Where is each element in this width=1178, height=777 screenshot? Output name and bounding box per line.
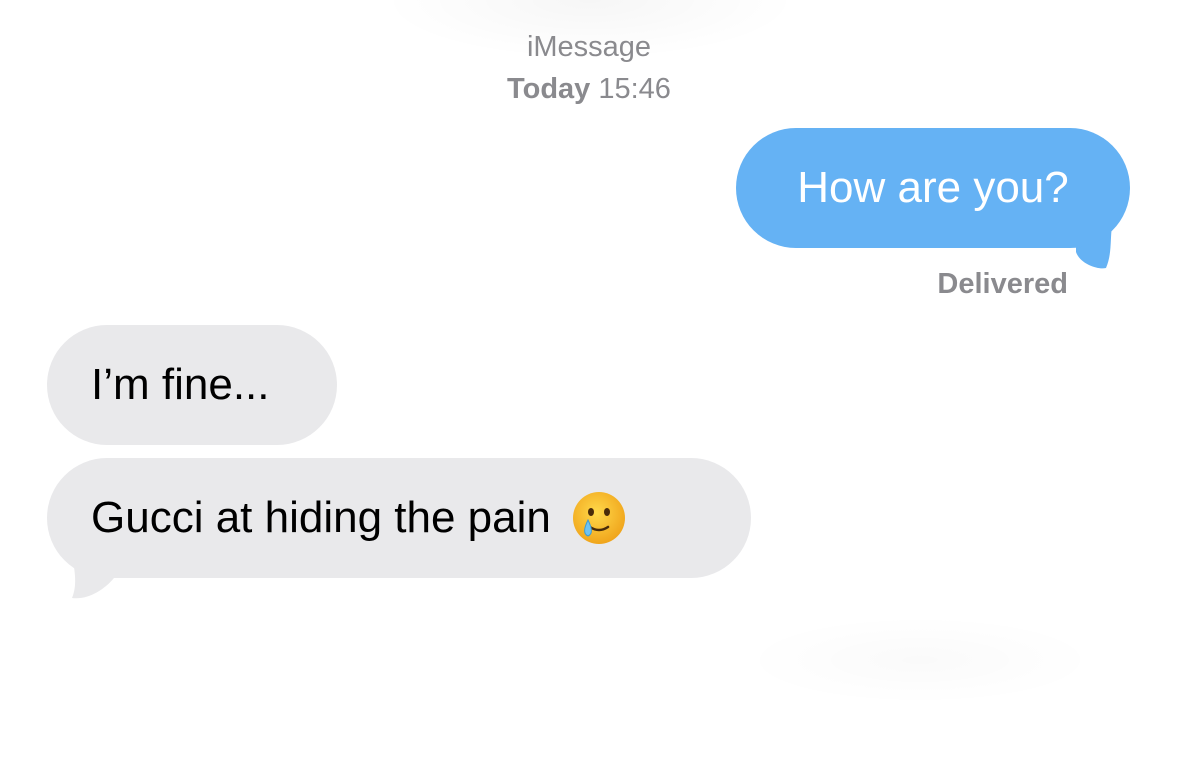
conversation-header: iMessage Today 15:46: [0, 26, 1178, 110]
incoming-message-bubble[interactable]: Gucci at hiding the pain: [47, 458, 751, 578]
service-name: iMessage: [526, 31, 652, 63]
message-text: How are you?: [797, 163, 1069, 212]
conversation-view: iMessage Today 15:46 How are you? Delive…: [0, 0, 1178, 777]
message-text: Gucci at hiding the pain: [91, 493, 551, 542]
face-holding-back-tears-icon: [571, 490, 627, 546]
message-timestamp: Today 15:46: [0, 68, 1178, 110]
bottom-haze: [740, 615, 1100, 705]
outgoing-message-bubble[interactable]: How are you?: [736, 128, 1130, 248]
delivery-status: Delivered: [937, 268, 1068, 300]
message-text: I’m fine...: [91, 360, 270, 409]
timestamp-day: Today: [507, 73, 591, 105]
incoming-message-bubble[interactable]: I’m fine...: [47, 325, 337, 445]
timestamp-time: 15:46: [598, 73, 671, 105]
